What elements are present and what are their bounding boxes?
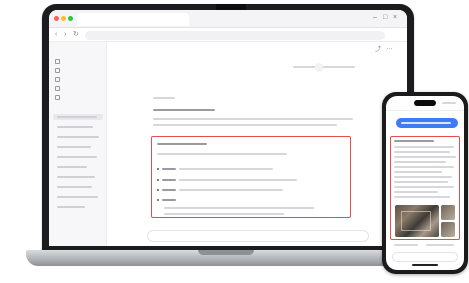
dynamic-island: [414, 100, 436, 106]
highlight-label-line: [162, 199, 176, 201]
phone-box-text-line: [394, 161, 446, 163]
conversation-item[interactable]: [53, 154, 103, 160]
trackpad-notch: [198, 250, 254, 255]
app-sidebar: [49, 42, 107, 246]
minimize-window-dot[interactable]: [61, 16, 66, 21]
response-heading: [153, 109, 215, 111]
phone-query-bubble: [396, 118, 458, 128]
phone-box-heading: [394, 140, 434, 142]
thumbnail-image[interactable]: [441, 222, 455, 237]
conversation-item[interactable]: [53, 164, 103, 170]
phone-footer-text: [426, 244, 454, 246]
phone-header-divider: [386, 110, 464, 111]
phone-box-text-line: [394, 156, 456, 158]
highlight-label-line: [162, 179, 176, 181]
sidebar-item-2[interactable]: [55, 67, 62, 74]
forward-icon[interactable]: ›: [64, 30, 66, 40]
phone-box-text-line: [394, 176, 452, 178]
phone-query-text: [401, 122, 451, 124]
phone-device: [382, 92, 468, 274]
highlight-label-line: [162, 189, 176, 191]
phone-highlight-box: [390, 136, 460, 240]
conversation-item[interactable]: [53, 114, 103, 120]
phone-screen: [386, 96, 464, 270]
highlight-label-line: [162, 168, 176, 170]
sidebar-nav-icon: [55, 85, 60, 91]
highlight-text-line: [164, 213, 284, 215]
conversation-item[interactable]: [53, 144, 103, 150]
chat-main-area: ⤴ ⋯: [107, 42, 407, 246]
highlight-heading-line: [157, 143, 207, 145]
phone-box-text-line: [394, 196, 450, 198]
status-icons: [442, 102, 456, 104]
conversation-item[interactable]: [53, 124, 103, 130]
close-icon[interactable]: ×: [393, 13, 397, 23]
sidebar-nav-icon: [55, 58, 60, 64]
phone-box-text-line: [394, 171, 442, 173]
phone-box-text-line: [394, 151, 450, 153]
bullet-dot: [157, 199, 159, 201]
phone-box-text-line: [394, 181, 448, 183]
user-message-text: [293, 66, 355, 68]
reload-icon[interactable]: ↻: [73, 30, 79, 40]
phone-footer-text: [394, 244, 418, 246]
conversation-item[interactable]: [53, 134, 103, 140]
response-text-line: [153, 124, 337, 126]
address-bar: ‹ › ↻: [49, 28, 407, 42]
thumbnail-image[interactable]: [441, 205, 455, 220]
browser-titlebar: – □ ×: [49, 10, 407, 28]
highlight-text-line: [179, 179, 297, 181]
sidebar-item-3[interactable]: [55, 76, 62, 83]
close-window-dot[interactable]: [54, 16, 59, 21]
product-photo[interactable]: [395, 205, 439, 237]
highlight-text-line: [157, 153, 287, 155]
phone-chat-input[interactable]: [392, 252, 458, 262]
phone-box-text-line: [394, 166, 454, 168]
share-icon[interactable]: ⤴ ⋯: [375, 44, 395, 53]
phone-box-text-line: [394, 191, 438, 193]
conversation-item[interactable]: [53, 194, 103, 200]
highlight-text-line: [179, 189, 283, 191]
url-field[interactable]: [85, 31, 385, 40]
sidebar-item-4[interactable]: [55, 85, 62, 92]
sidebar-nav-icon: [55, 67, 60, 73]
minimize-icon[interactable]: –: [373, 13, 377, 23]
thinking-text: [153, 97, 175, 99]
bullet-dot: [157, 189, 159, 191]
conversation-item[interactable]: [53, 204, 103, 210]
maximize-icon[interactable]: □: [383, 13, 387, 23]
sidebar-item-5[interactable]: [55, 94, 62, 101]
sidebar-nav-icon: [55, 76, 60, 82]
laptop-base: [26, 250, 426, 266]
browser-tab[interactable]: [77, 13, 189, 26]
phone-box-text-line: [394, 186, 454, 188]
user-message-bubble: [315, 63, 323, 72]
sidebar-nav-icon: [55, 94, 60, 100]
chat-input[interactable]: [147, 230, 369, 242]
bullet-dot: [157, 179, 159, 181]
back-icon[interactable]: ‹: [55, 30, 57, 40]
highlight-text-line: [179, 168, 273, 170]
conversation-item[interactable]: [53, 174, 103, 180]
laptop-device: – □ × ‹ › ↻ ⤴ ⋯: [26, 4, 426, 274]
bullet-dot: [157, 168, 159, 170]
laptop-screen: – □ × ‹ › ↻ ⤴ ⋯: [49, 10, 407, 246]
conversation-item[interactable]: [53, 184, 103, 190]
zoom-window-dot[interactable]: [68, 16, 73, 21]
laptop-lid: – □ × ‹ › ↻ ⤴ ⋯: [42, 4, 414, 252]
response-text-line: [153, 118, 353, 120]
home-indicator: [412, 264, 438, 266]
phone-box-text-line: [394, 146, 454, 148]
highlight-text-line: [164, 207, 314, 209]
sidebar-item-new-chat[interactable]: [55, 58, 62, 65]
photo-detail: [401, 211, 431, 231]
highlighted-answer-box: [151, 136, 351, 218]
